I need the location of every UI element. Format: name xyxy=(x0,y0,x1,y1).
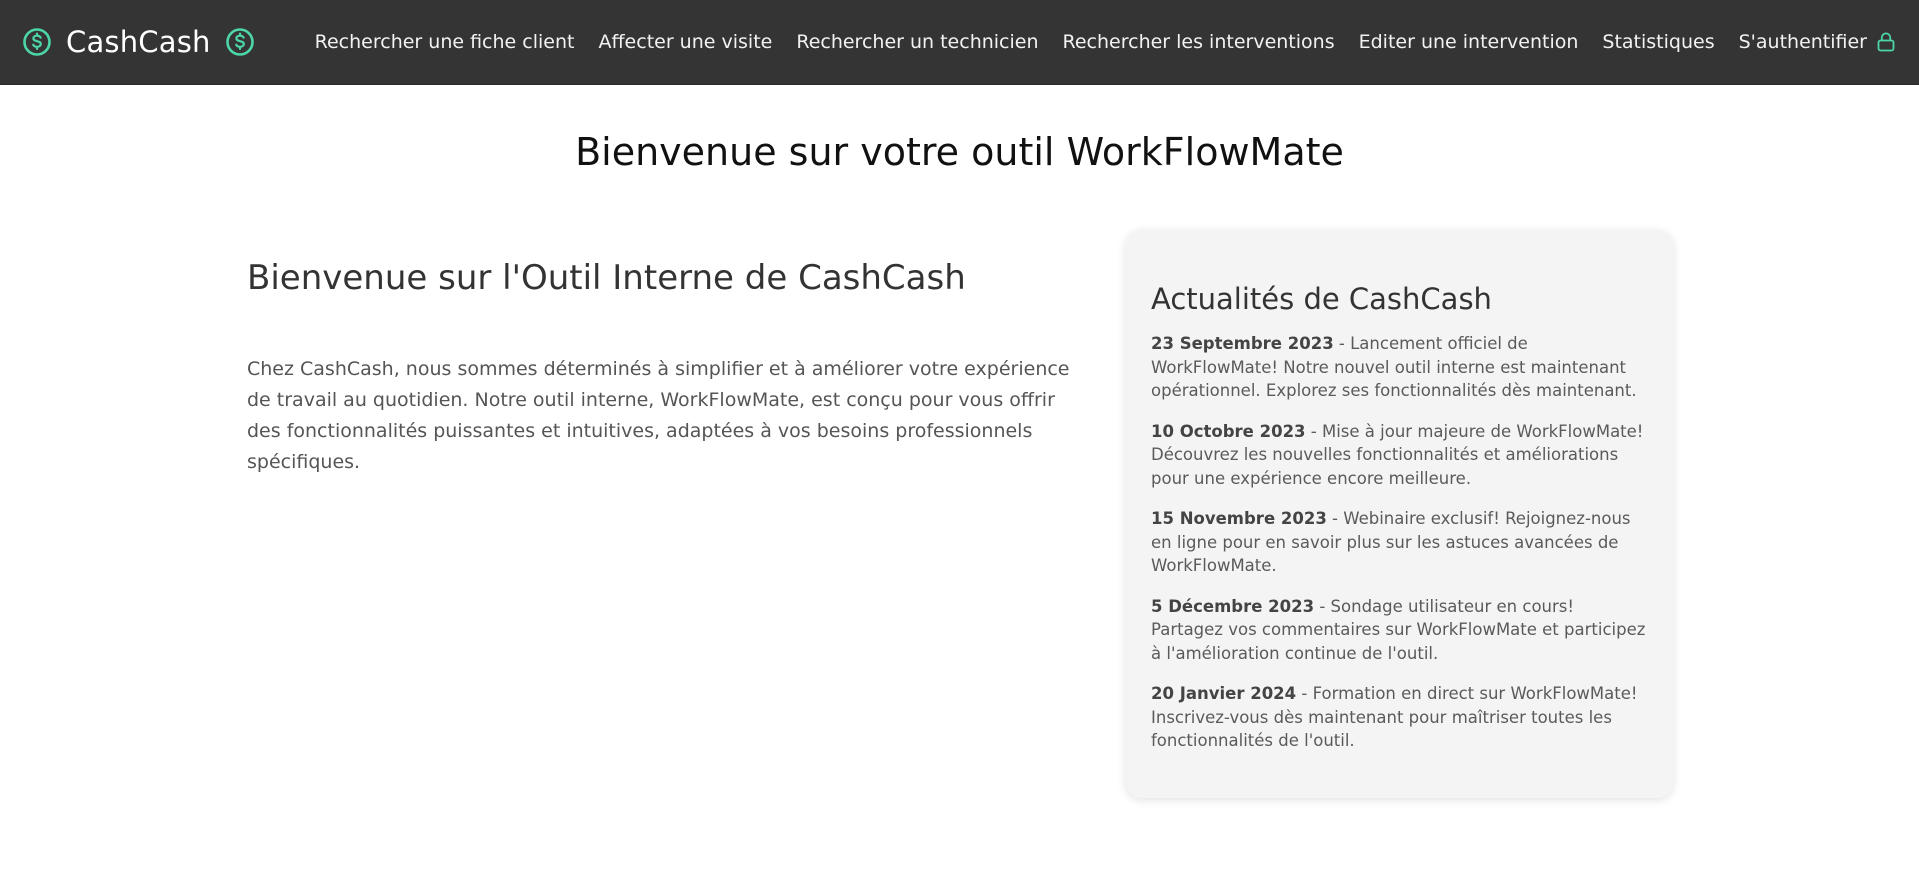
news-date: 5 Décembre 2023 xyxy=(1151,596,1315,616)
news-item: 23 Septembre 2023 - Lancement officiel d… xyxy=(1151,332,1647,403)
intro-heading: Bienvenue sur l'Outil Interne de CashCas… xyxy=(247,258,966,298)
news-card: Actualités de CashCash 23 Septembre 2023… xyxy=(1126,230,1673,798)
page-title: Bienvenue sur votre outil WorkFlowMate xyxy=(575,130,1344,174)
news-heading: Actualités de CashCash xyxy=(1151,282,1492,316)
news-item: 5 Décembre 2023 - Sondage utilisateur en… xyxy=(1151,595,1647,666)
news-date: 20 Janvier 2024 xyxy=(1151,684,1297,703)
nav-link-editer-intervention[interactable]: Editer une intervention xyxy=(1347,31,1591,53)
brand[interactable]: CashCash xyxy=(22,25,255,59)
news-date: 15 Novembre 2023 xyxy=(1151,509,1327,528)
nav-link-rechercher-technicien[interactable]: Rechercher un technicien xyxy=(784,31,1050,53)
news-item: 15 Novembre 2023 - Webinaire exclusif! R… xyxy=(1151,507,1647,578)
lock-icon xyxy=(1877,32,1895,52)
dollar-circle-icon xyxy=(225,27,255,57)
intro-section: Bienvenue sur l'Outil Interne de CashCas… xyxy=(247,258,1077,478)
nav-link-rechercher-fiche-client[interactable]: Rechercher une fiche client xyxy=(303,31,587,53)
nav-link-statistiques[interactable]: Statistiques xyxy=(1590,31,1726,53)
news-item: 20 Janvier 2024 - Formation en direct su… xyxy=(1151,682,1647,753)
news-date: 10 Octobre 2023 xyxy=(1151,421,1306,441)
dollar-circle-icon xyxy=(22,27,52,57)
news-item: 10 Octobre 2023 - Mise à jour majeure de… xyxy=(1151,420,1647,491)
login-label: S'authentifier xyxy=(1738,31,1867,53)
nav-link-affecter-visite[interactable]: Affecter une visite xyxy=(586,31,784,53)
navbar: CashCash Rechercher une fiche client Aff… xyxy=(0,0,1919,85)
brand-name[interactable]: CashCash xyxy=(66,25,211,59)
login-link[interactable]: S'authentifier xyxy=(1727,31,1895,53)
intro-text: Chez CashCash, nous sommes déterminés à … xyxy=(247,358,1070,473)
news-date: 23 Septembre 2023 xyxy=(1151,334,1334,353)
nav-link-rechercher-interventions[interactable]: Rechercher les interventions xyxy=(1051,31,1347,53)
nav-links: Rechercher une fiche client Affecter une… xyxy=(303,31,1895,53)
